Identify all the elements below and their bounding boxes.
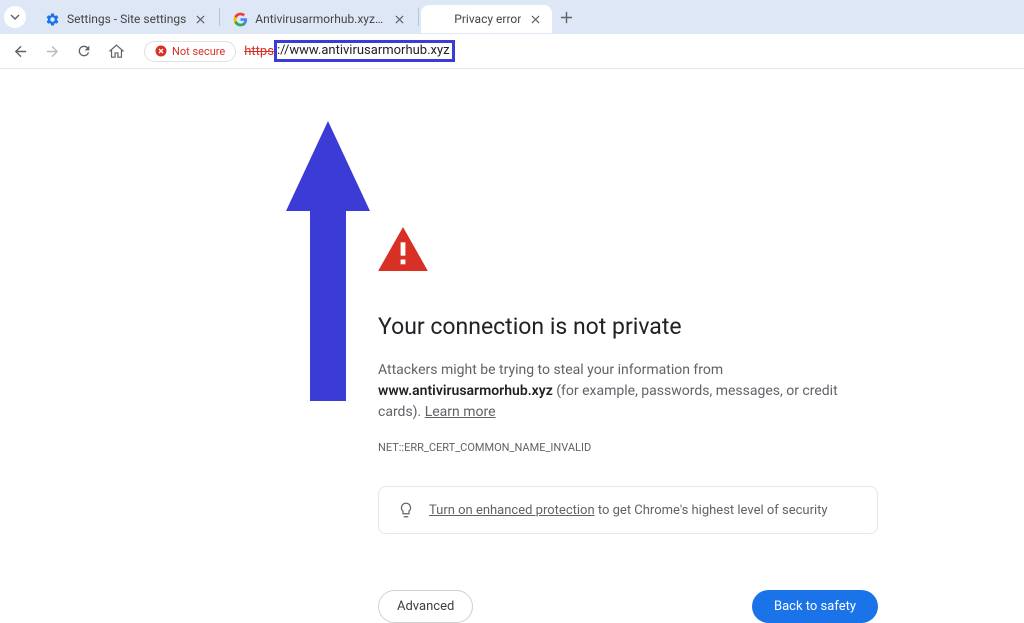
gear-icon	[44, 11, 60, 27]
error-title: Your connection is not private	[378, 313, 878, 340]
address-bar[interactable]: Not secure https ://www.antivirusarmorhu…	[144, 38, 455, 64]
error-desc-domain: www.antivirusarmorhub.xyz	[378, 383, 553, 399]
not-secure-icon	[155, 45, 167, 57]
security-label: Not secure	[172, 45, 225, 58]
warning-icon	[378, 227, 878, 275]
arrow-annotation	[268, 121, 388, 411]
tab-search-button[interactable]	[4, 6, 26, 28]
back-to-safety-button[interactable]: Back to safety	[752, 590, 878, 623]
google-icon	[232, 11, 248, 27]
protection-banner-rest: to get Chrome's highest level of securit…	[595, 503, 828, 518]
error-description: Attackers might be trying to steal your …	[378, 360, 878, 423]
lightbulb-icon	[397, 501, 415, 519]
close-icon[interactable]	[528, 12, 542, 26]
tab-strip: Settings - Site settings Antivirusarmorh…	[0, 0, 1024, 34]
tab-title: Settings - Site settings	[67, 12, 186, 26]
enhanced-protection-link[interactable]: Turn on enhanced protection	[429, 503, 595, 518]
back-button[interactable]	[10, 41, 30, 61]
url-protocol: https	[244, 44, 274, 59]
tab-google-search[interactable]: Antivirusarmorhub.xyz - Google	[222, 5, 416, 33]
tab-privacy-error[interactable]: Privacy error	[421, 5, 552, 33]
new-tab-button[interactable]	[552, 3, 580, 31]
forward-button[interactable]	[42, 41, 62, 61]
close-icon[interactable]	[392, 12, 406, 26]
toolbar: Not secure https ://www.antivirusarmorhu…	[0, 34, 1024, 69]
page-content: Your connection is not private Attackers…	[0, 69, 1024, 568]
protection-banner: Turn on enhanced protection to get Chrom…	[378, 486, 878, 534]
tab-settings[interactable]: Settings - Site settings	[34, 5, 217, 33]
chevron-down-icon	[10, 12, 20, 22]
button-row: Advanced Back to safety	[378, 590, 878, 623]
reload-button[interactable]	[74, 41, 94, 61]
url-highlight-annotation: ://www.antivirusarmorhub.xyz	[274, 40, 455, 62]
blank-page-icon	[431, 11, 447, 27]
advanced-button[interactable]: Advanced	[378, 590, 473, 623]
tab-title: Antivirusarmorhub.xyz - Google	[255, 12, 385, 26]
url-display[interactable]: https ://www.antivirusarmorhub.xyz	[244, 40, 454, 62]
close-icon[interactable]	[193, 12, 207, 26]
tab-separator	[418, 8, 419, 26]
protection-banner-text: Turn on enhanced protection to get Chrom…	[429, 503, 828, 518]
error-desc-prefix: Attackers might be trying to steal your …	[378, 362, 723, 378]
security-chip[interactable]: Not secure	[144, 41, 236, 62]
url-rest: ://www.antivirusarmorhub.xyz	[277, 43, 450, 58]
tab-title: Privacy error	[454, 12, 521, 26]
tab-separator	[219, 8, 220, 26]
home-button[interactable]	[106, 41, 126, 61]
learn-more-link[interactable]: Learn more	[425, 404, 496, 420]
privacy-error-page: Your connection is not private Attackers…	[378, 227, 878, 623]
error-code: NET::ERR_CERT_COMMON_NAME_INVALID	[378, 441, 878, 454]
